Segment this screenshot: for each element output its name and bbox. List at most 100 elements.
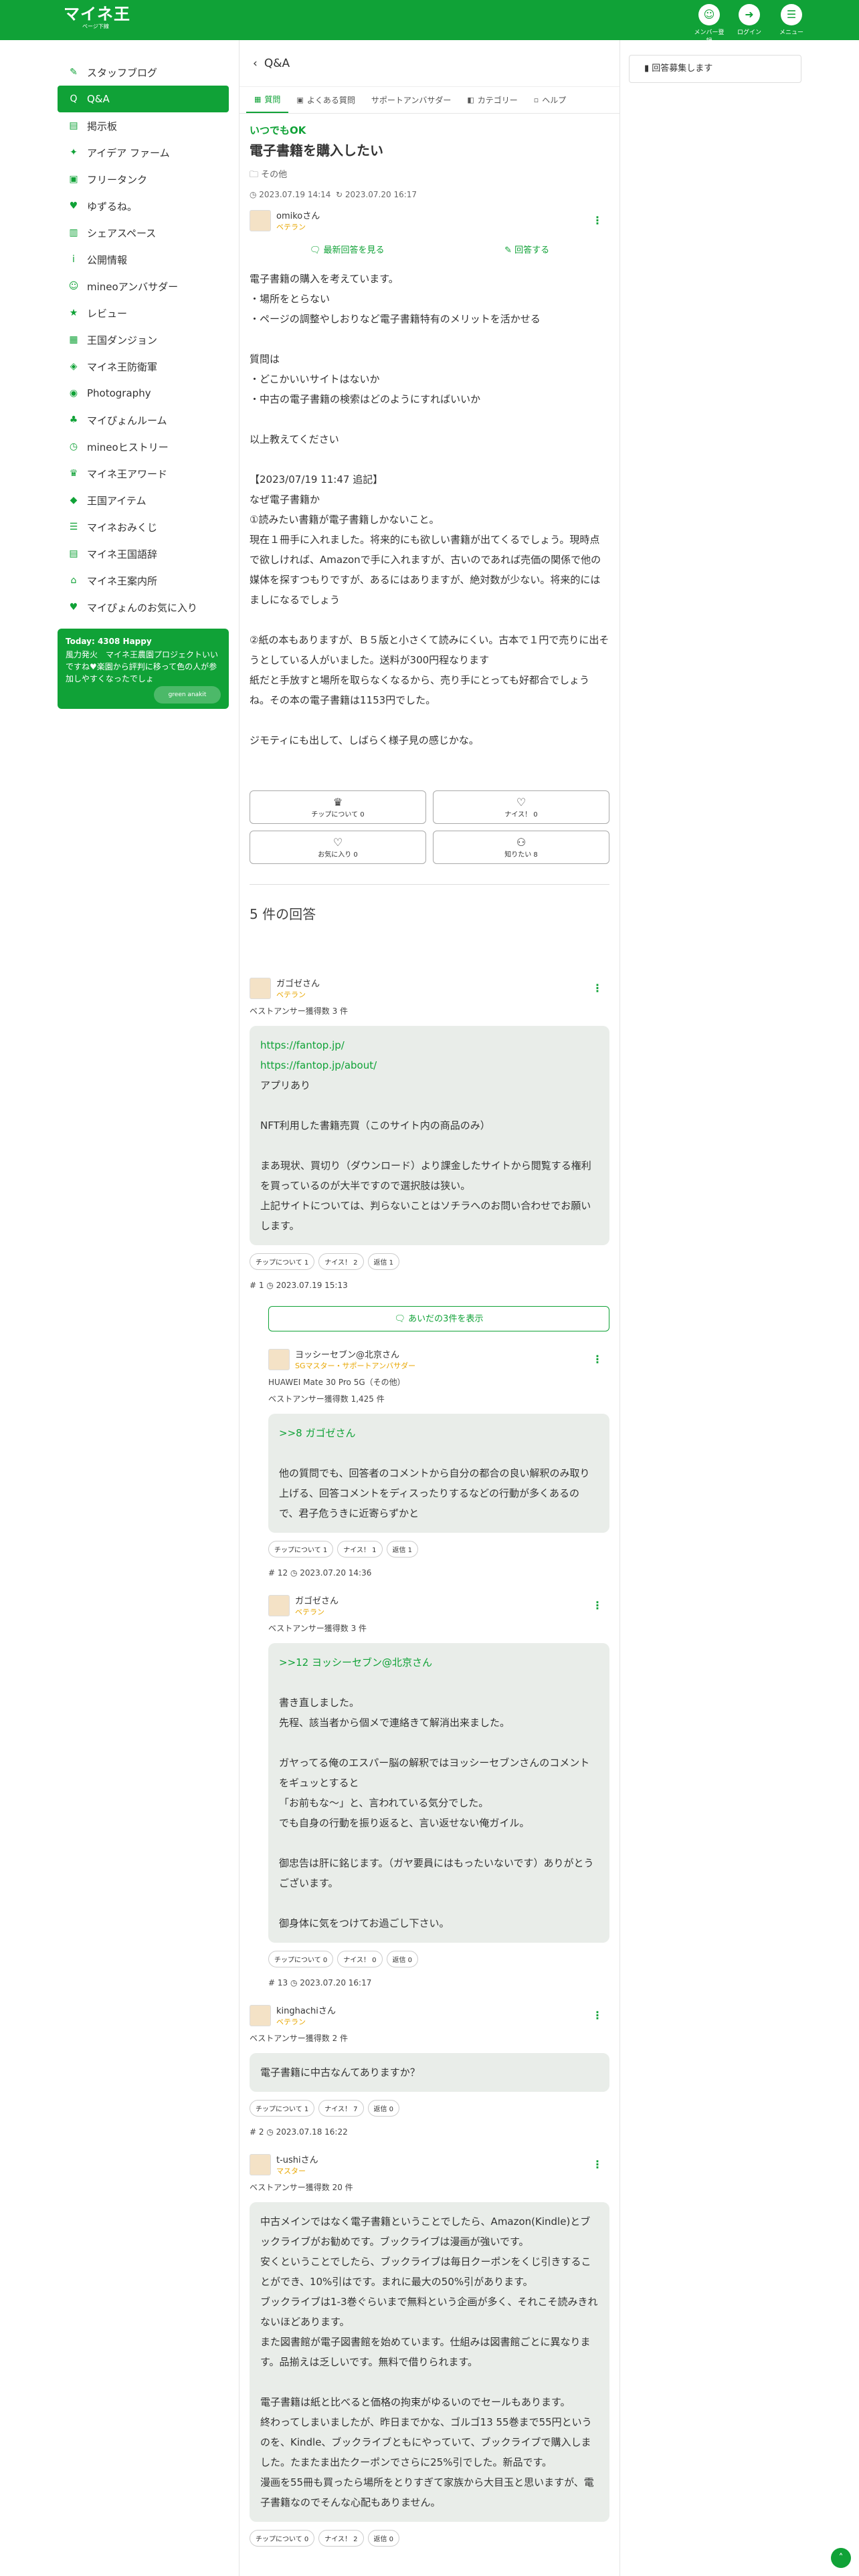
author-name[interactable]: omikoさん <box>276 209 320 221</box>
avatar[interactable] <box>250 209 271 231</box>
nice-button[interactable]: ナイス！ 2 <box>318 2530 364 2547</box>
sidebar-item[interactable]: ♣ マイぴょんルーム <box>58 407 229 433</box>
chevron-left-icon[interactable]: ‹ <box>253 57 258 70</box>
sidebar-item-label: マイネ王国語辞 <box>87 548 158 560</box>
guide-icon: ⌂ <box>70 575 77 586</box>
reply-button[interactable]: 返信 1 <box>386 1541 419 1558</box>
body-line <box>250 409 609 429</box>
sidebar-item[interactable]: ▦ 王国ダンジョン <box>58 326 229 353</box>
avatar[interactable] <box>268 1348 290 1370</box>
answer-link[interactable]: ✎ 回答する <box>504 243 549 255</box>
logo[interactable]: マイネ王 ページ下線 <box>64 5 130 30</box>
sidebar-item[interactable]: ◉ Photography <box>58 380 229 407</box>
pencil-icon: ✎ <box>504 245 515 255</box>
latest-answer-link[interactable]: 🗨 最新回答を見る <box>310 243 385 255</box>
happy-banner[interactable]: Today: 4308 Happy 風力発火 マイネ王農園プロジェクトいいですね… <box>58 629 229 709</box>
member-register-button[interactable]: ☺ メンバー登録 <box>692 4 726 45</box>
sidebar-item[interactable]: ☰ マイネおみくじ <box>58 514 229 540</box>
author-name[interactable]: kinghachiさん <box>276 2004 336 2016</box>
answer-line: アプリあり <box>260 1079 311 1091</box>
author-name[interactable]: t-ushiさん <box>276 2153 318 2165</box>
sidebar-item[interactable]: ◆ 王国アイテム <box>58 487 229 514</box>
divider <box>250 884 609 885</box>
reply-button[interactable]: 返信 0 <box>386 1951 419 1967</box>
sidebar-item[interactable]: ✎ スタッフブログ <box>58 59 229 86</box>
body-line: ①読みたい書籍が電子書籍しかないこと。 <box>250 514 440 526</box>
login-button[interactable]: ➜ ログイン <box>733 4 766 36</box>
reply-button[interactable]: 返信 0 <box>367 2100 400 2117</box>
sidebar-item[interactable]: ♥ マイぴょんのお気に入り <box>58 594 229 621</box>
more-icon[interactable]: ⋮ <box>592 1353 603 1366</box>
avatar[interactable] <box>250 2153 271 2175</box>
sidebar-item[interactable]: Q Q&A <box>58 86 229 112</box>
sidebar-item[interactable]: ▤ マイネ王国語辞 <box>58 540 229 567</box>
author-name[interactable]: ヨッシーセブン@北京さん <box>295 1348 415 1360</box>
nice-button[interactable]: ♡ ナイス！ 0 <box>433 790 609 824</box>
show-more-button[interactable]: 🗨 あいだの3件を表示 <box>268 1306 609 1331</box>
sidebar-item[interactable]: ♛ マイネ王アワード <box>58 460 229 487</box>
sidebar-item[interactable]: ◷ mineoヒストリー <box>58 433 229 460</box>
chip-button[interactable]: チップについて 1 <box>268 1541 334 1558</box>
nice-button[interactable]: ナイス！ 2 <box>318 1253 364 1270</box>
sidebar-item[interactable]: i 公開情報 <box>58 246 229 273</box>
menu-button[interactable]: ☰ メニュー <box>775 4 808 36</box>
more-icon[interactable]: ⋮ <box>592 982 603 994</box>
tab-help[interactable]: ▫ ヘルプ <box>526 87 574 113</box>
favorite-button[interactable]: ♡ お気に入り 0 <box>250 831 426 864</box>
sidebar-item[interactable]: ▥ シェアスペース <box>58 219 229 246</box>
nice-button[interactable]: ナイス！ 7 <box>318 2100 364 2117</box>
menu-icon: ☰ <box>781 4 802 25</box>
more-icon[interactable]: ⋮ <box>592 2009 603 2022</box>
best-answer-count: ベストアンサー獲得数 3 件 <box>268 1624 367 1633</box>
action-links: 🗨 最新回答を見る ✎ 回答する <box>250 243 609 255</box>
banner-text: 風力発火 マイネ王農園プロジェクトいいですね♥楽園から評判に移って色の人が参加し… <box>66 650 219 683</box>
tab-ambassador[interactable]: サポートアンバサダー <box>363 87 460 113</box>
sidebar-item[interactable]: ⌂ マイネ王案内所 <box>58 567 229 594</box>
sidebar-item-label: 掲示板 <box>87 120 118 132</box>
chip-button[interactable]: チップについて 0 <box>250 2530 315 2547</box>
sidebar-item[interactable]: ▣ フリータンク <box>58 166 229 193</box>
avatar[interactable] <box>250 977 271 999</box>
back-bar[interactable]: ‹ Q&A <box>240 40 619 87</box>
sidebar-item[interactable]: ◈ マイネ王防衛軍 <box>58 353 229 380</box>
answer-time: 2023.07.20 14:36 <box>300 1568 372 1578</box>
more-icon[interactable]: ⋮ <box>592 2158 603 2171</box>
answer-line: 先程、該当者から個メで連絡きて解消出来ました。 <box>279 1717 510 1729</box>
avatar[interactable] <box>250 2004 271 2026</box>
more-icon[interactable]: ⋮ <box>592 214 603 227</box>
chip-button[interactable]: チップについて 0 <box>268 1951 334 1967</box>
answer-link[interactable]: https://fantop.jp/ <box>260 1035 599 1055</box>
answer-link[interactable]: https://fantop.jp/about/ <box>260 1055 599 1075</box>
nice-button[interactable]: ナイス！ 1 <box>337 1541 383 1558</box>
more-icon[interactable]: ⋮ <box>592 1599 603 1612</box>
answer-line: >>8 ガゴゼさん <box>279 1427 356 1439</box>
nice-button[interactable]: ナイス！ 0 <box>337 1951 383 1967</box>
best-answer-count: ベストアンサー獲得数 1,425 件 <box>268 1394 385 1404</box>
chip-button[interactable]: ♛ チップについて 0 <box>250 790 426 824</box>
sidebar-item[interactable]: ✦ アイデア ファーム <box>58 139 229 166</box>
author-name[interactable]: ガゴゼさん <box>276 976 320 989</box>
tab-category[interactable]: ◧ カテゴリー <box>459 87 525 113</box>
answer-recruit-notice[interactable]: ▮ 回答募集します <box>629 55 801 83</box>
answer-line <box>260 1095 599 1115</box>
reply-button[interactable]: 返信 1 <box>367 1253 400 1270</box>
author-name[interactable]: ガゴゼさん <box>295 1594 339 1606</box>
reply-button[interactable]: 返信 0 <box>367 2530 400 2547</box>
chip-button[interactable]: チップについて 1 <box>250 2100 315 2117</box>
answer-line <box>260 1136 599 1156</box>
author-rank: SGマスター・サポートアンバサダー <box>295 1362 416 1370</box>
answer-number: # 2 ◷ 2023.07.18 16:22 <box>250 2127 609 2137</box>
history-icon: ◷ <box>69 441 78 452</box>
tab-faq[interactable]: ▣ よくある質問 <box>288 87 363 113</box>
sidebar-item[interactable]: ▤ 掲示板 <box>58 112 229 139</box>
sidebar-item[interactable]: ★ レビュー <box>58 300 229 326</box>
tab-question[interactable]: ▦ 質問 <box>246 87 289 113</box>
chip-button[interactable]: チップについて 1 <box>250 1253 315 1270</box>
category[interactable]: 🗀 その他 <box>250 167 609 183</box>
avatar[interactable] <box>268 1594 290 1616</box>
sidebar-item[interactable]: ♥ ゆずるね。 <box>58 193 229 219</box>
answer-body: 電子書籍に中古なんてありますか？ <box>250 2053 609 2092</box>
want-to-know-button[interactable]: ⚇ 知りたい 8 <box>433 831 609 864</box>
sidebar-item[interactable]: ☺ mineoアンバサダー <box>58 273 229 300</box>
scroll-top-button[interactable]: ˄ <box>831 2548 851 2568</box>
